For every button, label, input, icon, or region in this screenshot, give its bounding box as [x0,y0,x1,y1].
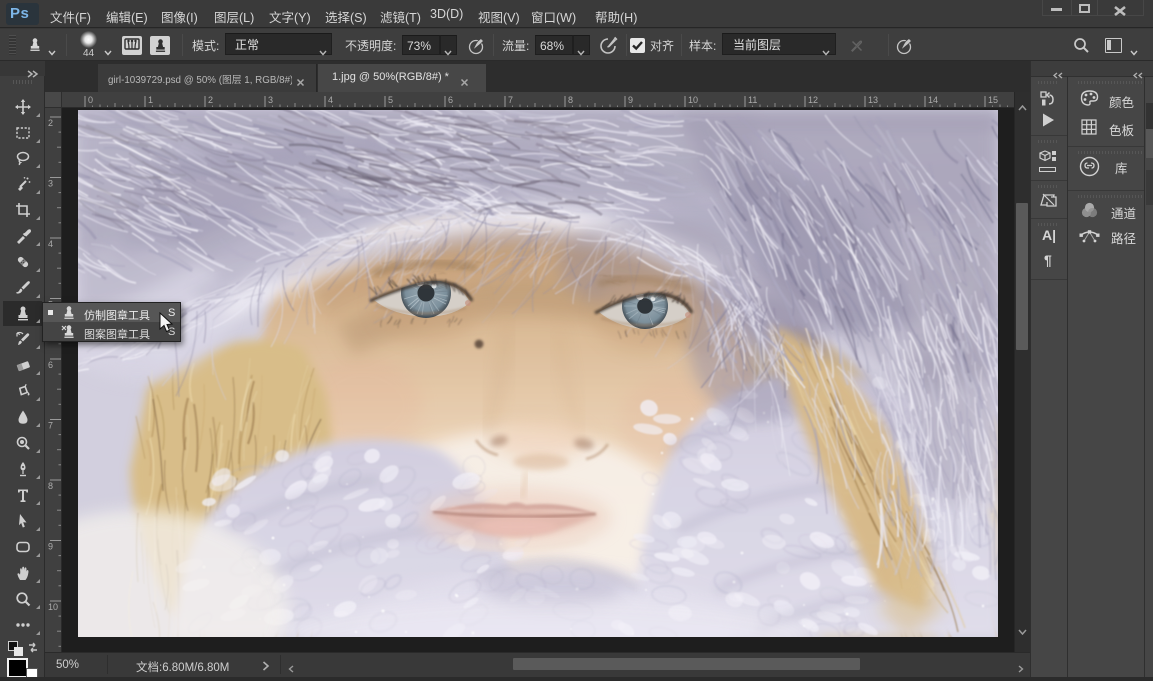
svg-text:9: 9 [628,95,633,105]
svg-text:6: 6 [48,360,53,370]
svg-text:4: 4 [48,239,53,249]
svg-text:14: 14 [928,95,938,105]
svg-text:3: 3 [48,179,53,189]
svg-text:2: 2 [208,95,213,105]
svg-text:2: 2 [48,118,53,128]
svg-text:15: 15 [988,95,998,105]
svg-text:4: 4 [328,95,333,105]
svg-text:6: 6 [448,95,453,105]
svg-text:0: 0 [88,95,93,105]
svg-text:7: 7 [48,421,53,431]
svg-text:10: 10 [48,602,58,612]
svg-text:8: 8 [568,95,573,105]
svg-text:9: 9 [48,542,53,552]
svg-text:3: 3 [268,95,273,105]
svg-text:1: 1 [148,95,153,105]
svg-text:12: 12 [808,95,818,105]
svg-text:8: 8 [48,481,53,491]
svg-text:13: 13 [868,95,878,105]
svg-text:10: 10 [688,95,698,105]
svg-text:5: 5 [388,95,393,105]
svg-text:7: 7 [508,95,513,105]
svg-text:11: 11 [748,95,757,105]
